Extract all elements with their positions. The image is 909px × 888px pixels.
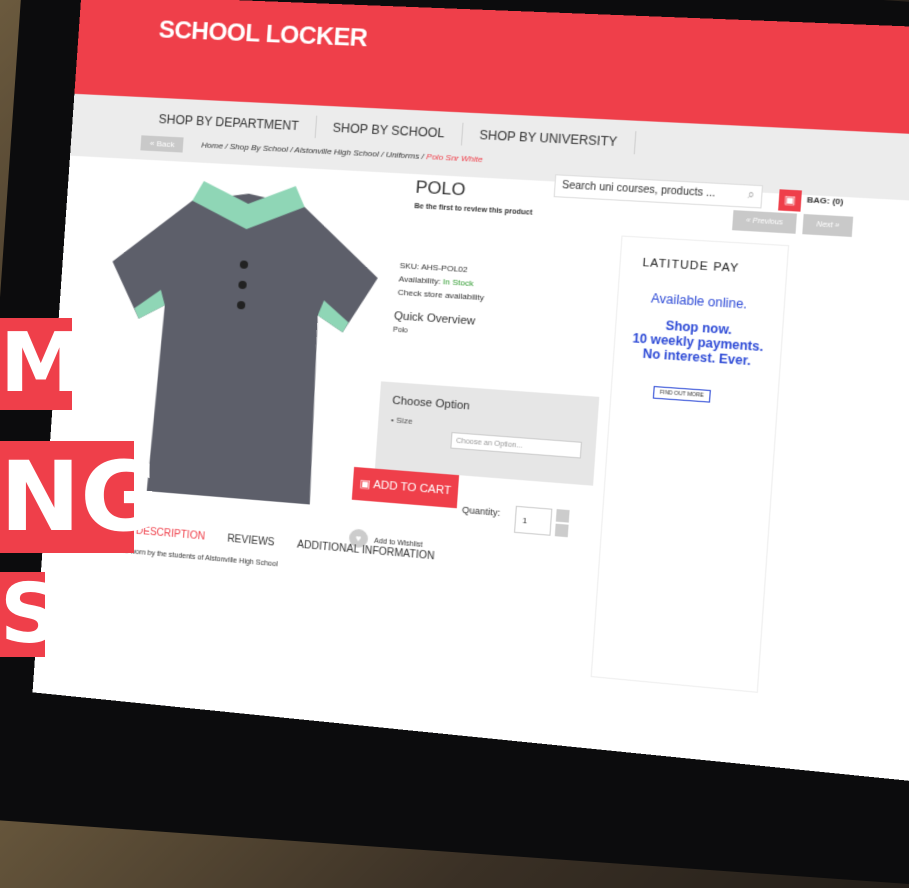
next-button[interactable]: Next » xyxy=(802,214,854,237)
product-pager: « Previous Next » xyxy=(732,210,860,237)
bag-count[interactable]: BAG: (0) xyxy=(807,195,844,207)
product-title: POLO xyxy=(414,177,467,200)
size-select[interactable]: Choose an Option... xyxy=(450,432,583,459)
quantity-input[interactable]: 1 xyxy=(513,505,553,536)
quantity-label: Quantity: xyxy=(461,504,501,519)
availability-label: Availability: xyxy=(398,274,441,287)
product-meta: SKU: AHS-POL02 Availability: In Stock Ch… xyxy=(397,259,486,305)
quantity-increase-button[interactable] xyxy=(555,509,570,523)
ad-brand: LATITUDE PAY xyxy=(642,256,740,276)
quick-overview-title: Quick Overview xyxy=(393,310,476,328)
breadcrumb-shop-by-school[interactable]: Shop By School xyxy=(229,142,288,154)
search-placeholder: Search uni courses, products ... xyxy=(561,179,716,200)
quick-overview-text: Polo xyxy=(392,326,408,335)
quick-overview: Quick Overview Polo xyxy=(393,310,476,339)
overlay-text-line-2: NG xyxy=(0,441,160,553)
breadcrumb-school[interactable]: Alstonville High School xyxy=(294,145,379,159)
add-to-cart-label: ADD TO CART xyxy=(372,478,452,498)
previous-button[interactable]: « Previous xyxy=(732,210,798,234)
breadcrumb-home[interactable]: Home xyxy=(201,140,223,150)
nav-shop-by-university[interactable]: SHOP BY UNIVERSITY xyxy=(461,122,637,155)
nav-shop-by-department[interactable]: SHOP BY DEPARTMENT xyxy=(141,107,318,139)
back-button[interactable]: « Back xyxy=(140,135,185,153)
ad-line-available: Available online. xyxy=(650,290,748,312)
breadcrumb-current: Polo Snr White xyxy=(425,151,484,165)
site-logo[interactable]: SCHOOL LOCKER xyxy=(157,16,369,53)
tab-reviews[interactable]: REVIEWS xyxy=(227,533,275,548)
search-input[interactable]: Search uni courses, products ... ⌕ xyxy=(553,174,764,209)
overlay-text-line-3: S xyxy=(0,567,60,662)
breadcrumb-uniforms[interactable]: Uniforms xyxy=(385,150,419,161)
logo-text: SCHOOL LOCKER xyxy=(157,16,369,53)
latitude-pay-ad[interactable]: LATITUDE PAY Available online. Shop now.… xyxy=(590,235,790,693)
availability-value: In Stock xyxy=(442,276,474,289)
nav-shop-by-school[interactable]: SHOP BY SCHOOL xyxy=(315,115,464,146)
option-box: Choose Option • Size Choose an Option... xyxy=(374,381,600,486)
bag-icon[interactable]: ▣ xyxy=(778,189,802,212)
search-icon[interactable]: ⌕ xyxy=(747,189,755,203)
ad-offer: Shop now. 10 weekly payments. No interes… xyxy=(625,316,771,370)
size-label: • Size xyxy=(390,415,413,426)
review-link[interactable]: Be the first to review this product xyxy=(414,203,532,217)
overlay-text-line-1: M xyxy=(0,316,82,411)
quantity-decrease-button[interactable] xyxy=(554,523,569,538)
option-title: Choose Option xyxy=(391,394,471,413)
find-out-more-button[interactable]: FIND OUT MORE xyxy=(652,385,711,403)
browser-screen: SCHOOL LOCKER SHOP BY DEPARTMENT SHOP BY… xyxy=(32,0,909,788)
